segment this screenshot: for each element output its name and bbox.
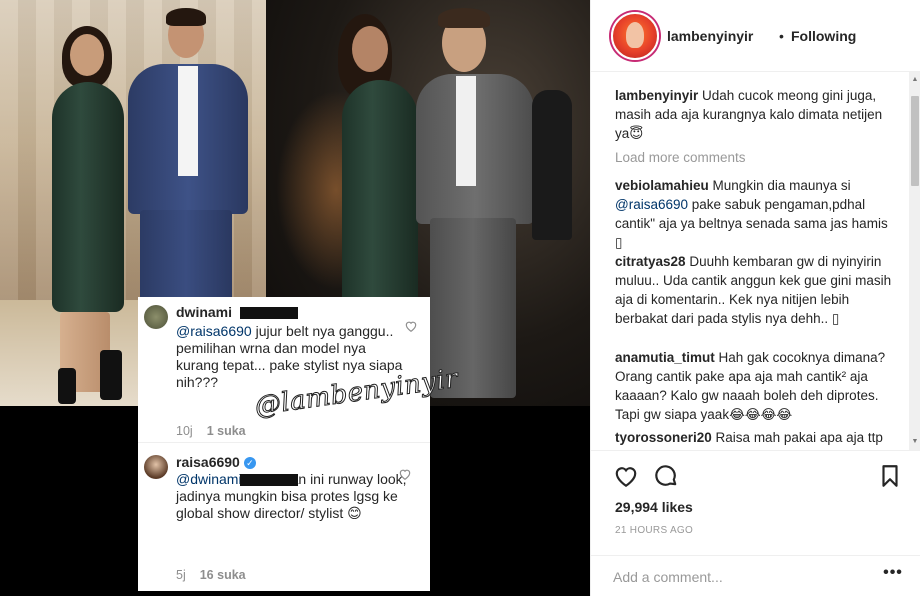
comment-icon[interactable] (653, 463, 679, 489)
comments-list[interactable]: lambenyinyir Udah cucok meong gini juga,… (591, 72, 909, 450)
comment-username[interactable]: lambenyinyir (615, 88, 698, 103)
comment-username[interactable]: tyorossoneri20 (615, 430, 712, 445)
verified-icon: ✓ (243, 457, 256, 469)
load-more-comments-button[interactable]: Load more comments (615, 150, 746, 165)
redaction-bar (240, 474, 298, 486)
separator: • (779, 28, 784, 44)
comment-username[interactable]: vebiolamahieu (615, 178, 709, 193)
comment-item: citratyas28 Duuhh kembaran gw di nyinyir… (615, 254, 892, 326)
post-sidebar: lambenyinyir • Following lambenyinyir Ud… (590, 0, 920, 596)
scroll-down-arrow-icon[interactable]: ▼ (911, 438, 919, 446)
overlay-comment-meta: 10j 1 suka (176, 424, 246, 438)
heart-icon[interactable] (404, 319, 418, 333)
add-comment-input[interactable] (613, 566, 863, 588)
post-actions: 29,994 likes 21 HOURS AGO ••• (591, 450, 920, 596)
post-image[interactable]: dwinami @raisa6690 jujur belt nya ganggu… (0, 0, 590, 596)
likes-count[interactable]: 29,994 likes (615, 499, 693, 515)
overlay-comment-user: raisa6690 ✓ (176, 454, 256, 470)
avatar (144, 305, 168, 329)
post-timestamp[interactable]: 21 HOURS AGO (615, 525, 693, 536)
comment-item: tyorossoneri20 Raisa mah pakai apa aja t… (615, 430, 883, 450)
comment-username[interactable]: anamutia_timut (615, 350, 715, 365)
comments-scrollbar[interactable]: ▲ ▼ (909, 72, 920, 450)
avatar[interactable] (611, 12, 659, 60)
scroll-thumb[interactable] (911, 96, 919, 186)
scroll-up-arrow-icon[interactable]: ▲ (911, 76, 919, 84)
overlay-comment-mention: @dwinami (176, 471, 242, 487)
comment-screenshot: dwinami @raisa6690 jujur belt nya ganggu… (138, 297, 430, 591)
overlay-comment-user: dwinami (176, 304, 233, 320)
more-icon[interactable]: ••• (883, 565, 903, 586)
avatar (144, 455, 168, 479)
author-username[interactable]: lambenyinyir (667, 28, 753, 44)
heart-icon[interactable] (398, 467, 412, 481)
bookmark-icon[interactable] (877, 463, 903, 489)
post-header: lambenyinyir • Following (591, 0, 920, 72)
comment-mention[interactable]: @raisa6690 (615, 197, 688, 212)
comment-item: vebiolamahieu Mungkin dia maunya si @rai… (615, 178, 888, 250)
instagram-post: dwinami @raisa6690 jujur belt nya ganggu… (0, 0, 920, 596)
comment-username[interactable]: citratyas28 (615, 254, 686, 269)
overlay-comment-mention: @raisa6690 (176, 323, 252, 339)
overlay-comment-meta: 5j 16 suka (176, 568, 246, 582)
add-comment-bar: ••• (591, 555, 920, 596)
redaction-bar (240, 307, 298, 319)
comment-item: anamutia_timut Hah gak cocoknya dimana? … (615, 350, 886, 422)
follow-button[interactable]: Following (791, 28, 856, 44)
caption: lambenyinyir Udah cucok meong gini juga,… (615, 88, 883, 141)
heart-icon[interactable] (613, 463, 639, 489)
divider (138, 442, 430, 443)
